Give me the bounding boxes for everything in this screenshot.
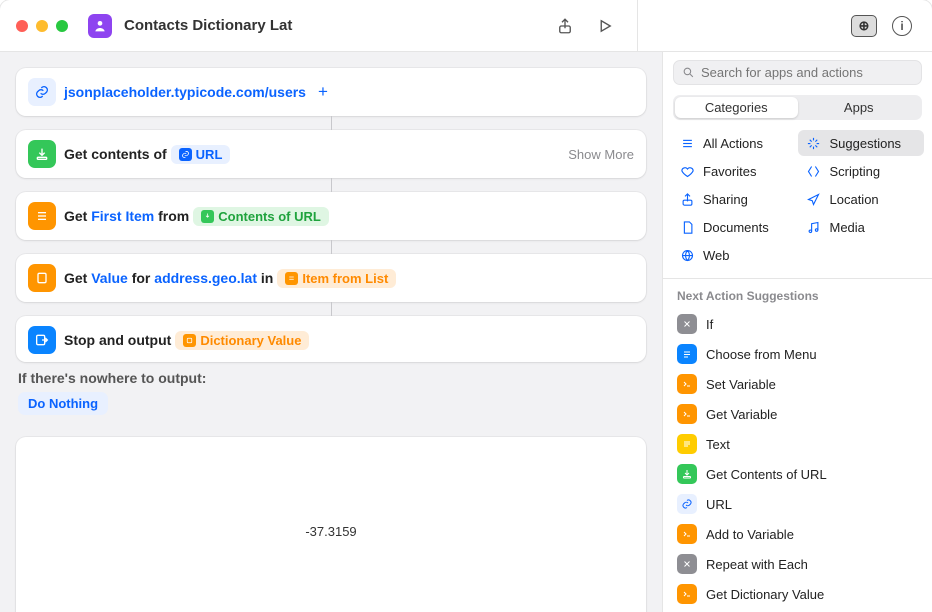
download-icon	[28, 140, 56, 168]
cat-location[interactable]: Location	[798, 186, 925, 212]
url-variable-pill[interactable]: URL	[171, 145, 231, 164]
key-input[interactable]: address.geo.lat	[154, 270, 257, 286]
suggestion-item[interactable]: Get Dictionary Value	[669, 579, 926, 609]
workflow-editor: jsonplaceholder.typicode.com/users + Get…	[0, 52, 662, 612]
add-url-button[interactable]: +	[312, 81, 334, 103]
suggestion-item[interactable]: Text	[669, 429, 926, 459]
dictionary-value-pill[interactable]: Dictionary Value	[175, 331, 309, 350]
cat-suggestions[interactable]: Suggestions	[798, 130, 925, 156]
url-value[interactable]: jsonplaceholder.typicode.com/users	[64, 84, 306, 100]
action-stop-output[interactable]: Stop and output Dictionary Value	[16, 316, 646, 362]
contents-variable-pill[interactable]: Contents of URL	[193, 207, 329, 226]
suggestion-icon	[677, 374, 697, 394]
library-toggle[interactable]: ⊕	[850, 12, 878, 40]
action-get-contents[interactable]: Get contents of URL Show More	[16, 130, 646, 178]
suggestion-label: Choose from Menu	[706, 347, 817, 362]
suggestions-header: Next Action Suggestions	[663, 279, 932, 309]
value-selector[interactable]: Value	[91, 270, 128, 286]
shortcut-icon	[88, 14, 112, 38]
cat-web[interactable]: Web	[671, 242, 798, 268]
search-input[interactable]	[701, 65, 913, 80]
cat-documents[interactable]: Documents	[671, 214, 798, 240]
tab-categories[interactable]: Categories	[675, 97, 798, 118]
run-button[interactable]	[591, 12, 619, 40]
suggestion-item[interactable]: Repeat with Each	[669, 549, 926, 579]
suggestion-item[interactable]: Add to Variable	[669, 519, 926, 549]
suggestion-icon	[677, 344, 697, 364]
suggestion-icon	[677, 434, 697, 454]
item-variable-pill[interactable]: Item from List	[277, 269, 396, 288]
segmented-control[interactable]: Categories Apps	[673, 95, 922, 120]
action-label: Get contents of	[64, 146, 167, 162]
action-get-item[interactable]: Get First Item from Contents of URL	[16, 192, 646, 240]
suggestion-item[interactable]: Choose from Menu	[669, 339, 926, 369]
link-icon	[28, 78, 56, 106]
action-url[interactable]: jsonplaceholder.typicode.com/users +	[16, 68, 646, 116]
suggestion-label: Text	[706, 437, 730, 452]
suggestion-label: Repeat with Each	[706, 557, 808, 572]
cat-media[interactable]: Media	[798, 214, 925, 240]
suggestion-icon	[677, 554, 697, 574]
suggestion-item[interactable]: Get Contents of URL	[669, 459, 926, 489]
suggestion-item[interactable]: URL	[669, 489, 926, 519]
item-selector[interactable]: First Item	[91, 208, 154, 224]
actions-sidebar: Categories Apps All Actions Suggestions …	[662, 52, 932, 612]
nowhere-label: If there's nowhere to output:	[16, 362, 646, 392]
output-preview: -37.3159	[16, 437, 646, 612]
suggestion-item[interactable]: Get Variable	[669, 399, 926, 429]
suggestion-icon	[677, 314, 697, 334]
suggestion-icon	[677, 584, 697, 604]
search-icon	[682, 66, 695, 79]
output-value: -37.3159	[305, 524, 356, 539]
close-window[interactable]	[16, 20, 28, 32]
suggestion-label: Get Dictionary Value	[706, 587, 824, 602]
suggestion-item[interactable]: Set Variable	[669, 369, 926, 399]
suggestion-label: Add to Variable	[706, 527, 794, 542]
suggestion-item[interactable]: If	[669, 309, 926, 339]
suggestion-icon	[677, 494, 697, 514]
cat-sharing[interactable]: Sharing	[671, 186, 798, 212]
output-icon	[28, 326, 56, 354]
zoom-window[interactable]	[56, 20, 68, 32]
cat-scripting[interactable]: Scripting	[798, 158, 925, 184]
suggestion-icon	[677, 404, 697, 424]
suggestion-label: Set Variable	[706, 377, 776, 392]
dictionary-icon	[28, 264, 56, 292]
suggestion-label: Get Contents of URL	[706, 467, 827, 482]
show-more-button[interactable]: Show More	[568, 147, 634, 162]
cat-all-actions[interactable]: All Actions	[671, 130, 798, 156]
window-title: Contacts Dictionary Lat	[124, 17, 292, 34]
cat-favorites[interactable]: Favorites	[671, 158, 798, 184]
suggestion-label: If	[706, 317, 713, 332]
tab-apps[interactable]: Apps	[798, 97, 921, 118]
suggestion-label: Get Variable	[706, 407, 777, 422]
minimize-window[interactable]	[36, 20, 48, 32]
suggestion-label: URL	[706, 497, 732, 512]
share-button[interactable]	[551, 12, 579, 40]
titlebar: Contacts Dictionary Lat ⊕ i	[0, 0, 932, 52]
window-controls	[16, 20, 68, 32]
list-icon	[28, 202, 56, 230]
suggestion-icon	[677, 464, 697, 484]
search-field[interactable]	[673, 60, 922, 85]
action-get-dictionary-value[interactable]: Get Value for address.geo.lat in Item fr…	[16, 254, 646, 302]
do-nothing-selector[interactable]: Do Nothing	[18, 392, 108, 415]
suggestion-icon	[677, 524, 697, 544]
info-button[interactable]: i	[888, 12, 916, 40]
